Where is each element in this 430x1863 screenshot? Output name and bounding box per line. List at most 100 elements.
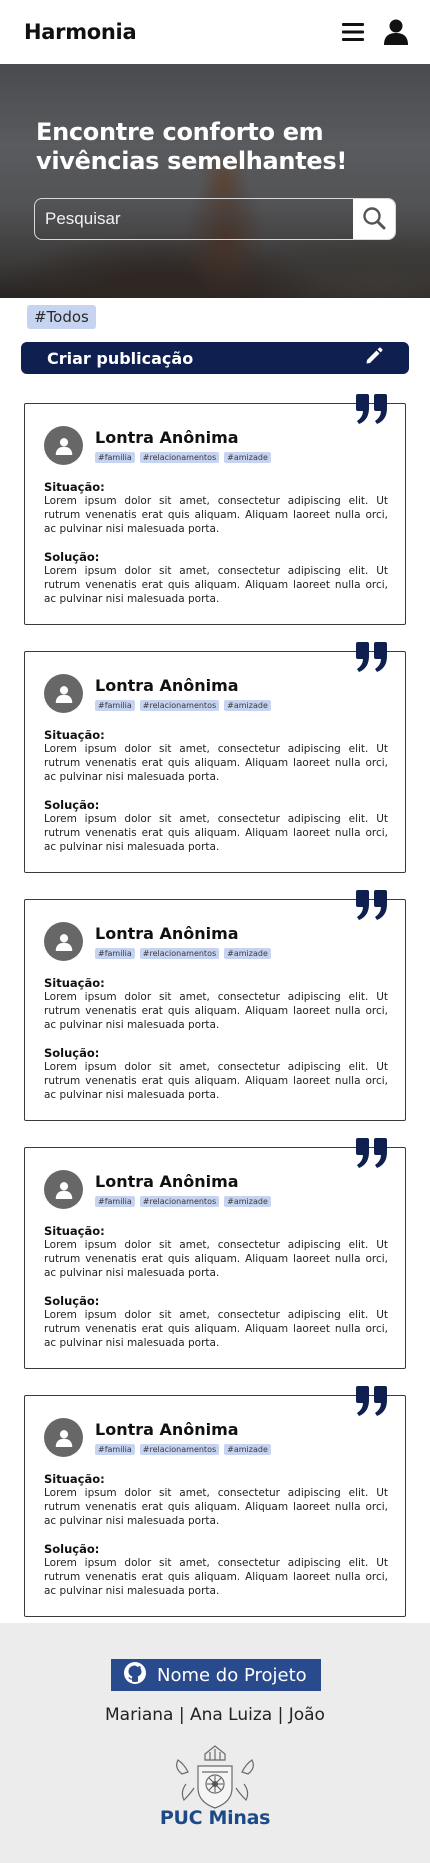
top-header: Harmonia [0,0,430,64]
post-tag[interactable]: #familia [95,452,135,463]
author-info: Lontra Anônima #familia #relacionamentos… [95,676,271,711]
post-tag[interactable]: #relacionamentos [139,452,220,463]
post-card[interactable]: Lontra Anônima #familia #relacionamentos… [24,1386,406,1617]
quote-icon [355,890,389,920]
author-name: Lontra Anônima [95,676,239,695]
create-post-button[interactable]: Criar publicação [21,342,409,374]
post-tags: #familia #relacionamentos #amizade [95,1196,271,1207]
situation-section: Situação: Lorem ipsum dolor sit amet, co… [44,728,388,784]
post-tag[interactable]: #relacionamentos [139,1196,220,1207]
situation-section: Situação: Lorem ipsum dolor sit amet, co… [44,976,388,1032]
post-tag[interactable]: #amizade [224,1444,271,1455]
avatar [44,674,83,713]
situation-text: Lorem ipsum dolor sit amet, consectetur … [44,743,388,783]
posts-feed: Lontra Anônima #familia #relacionamentos… [0,394,430,1617]
search-button[interactable] [353,199,395,239]
hamburger-menu-icon[interactable] [342,22,364,42]
post-tag[interactable]: #amizade [224,700,271,711]
solution-label: Solução: [44,1542,100,1556]
solution-text: Lorem ipsum dolor sit amet, consectetur … [44,1557,388,1597]
brand-logo[interactable]: Harmonia [24,20,137,44]
situation-section: Situação: Lorem ipsum dolor sit amet, co… [44,480,388,536]
solution-text: Lorem ipsum dolor sit amet, consectetur … [44,813,388,853]
post-author: Lontra Anônima #familia #relacionamentos… [44,1170,271,1209]
quote-icon [355,1386,389,1416]
quote-icon [355,642,389,672]
filter-row: #Todos [0,298,430,332]
avatar [44,1170,83,1209]
avatar [44,1418,83,1457]
post-tag[interactable]: #familia [95,1196,135,1207]
search-icon [362,206,386,233]
post-tag[interactable]: #relacionamentos [139,948,220,959]
post-author: Lontra Anônima #familia #relacionamentos… [44,922,271,961]
situation-label: Situação: [44,480,105,494]
solution-label: Solução: [44,550,100,564]
search-bar [34,198,396,240]
post-card[interactable]: Lontra Anônima #familia #relacionamentos… [24,642,406,873]
avatar [44,426,83,465]
post-tags: #familia #relacionamentos #amizade [95,700,271,711]
post-tags: #familia #relacionamentos #amizade [95,1444,271,1455]
project-repo-label: Nome do Projeto [157,1664,307,1686]
author-name: Lontra Anônima [95,1172,239,1191]
post-author: Lontra Anônima #familia #relacionamentos… [44,1418,271,1457]
author-info: Lontra Anônima #familia #relacionamentos… [95,924,271,959]
author-name: Lontra Anônima [95,428,239,447]
post-card[interactable]: Lontra Anônima #familia #relacionamentos… [24,890,406,1121]
github-icon [123,1661,147,1690]
puc-minas-logo-text: PUC Minas [159,1807,271,1829]
solution-section: Solução: Lorem ipsum dolor sit amet, con… [44,1542,388,1598]
solution-text: Lorem ipsum dolor sit amet, consectetur … [44,1061,388,1101]
search-input[interactable] [35,199,353,239]
post-tag[interactable]: #amizade [224,1196,271,1207]
situation-text: Lorem ipsum dolor sit amet, consectetur … [44,991,388,1031]
solution-text: Lorem ipsum dolor sit amet, consectetur … [44,1309,388,1349]
post-tag[interactable]: #familia [95,1444,135,1455]
post-tag[interactable]: #amizade [224,452,271,463]
post-card[interactable]: Lontra Anônima #familia #relacionamentos… [24,1138,406,1369]
situation-label: Situação: [44,728,105,742]
post-tag[interactable]: #relacionamentos [139,1444,220,1455]
post-tag[interactable]: #relacionamentos [139,700,220,711]
situation-text: Lorem ipsum dolor sit amet, consectetur … [44,1487,388,1527]
solution-section: Solução: Lorem ipsum dolor sit amet, con… [44,1046,388,1102]
quote-icon [355,1138,389,1168]
project-repo-link[interactable]: Nome do Projeto [111,1659,321,1691]
footer-authors: Mariana | Ana Luiza | João [105,1705,325,1725]
author-name: Lontra Anônima [95,924,239,943]
post-tag[interactable]: #amizade [224,948,271,959]
post-author: Lontra Anônima #familia #relacionamentos… [44,674,271,713]
user-icon[interactable] [384,19,408,45]
situation-section: Situação: Lorem ipsum dolor sit amet, co… [44,1224,388,1280]
solution-text: Lorem ipsum dolor sit amet, consectetur … [44,565,388,605]
situation-label: Situação: [44,1472,105,1486]
post-tag[interactable]: #familia [95,948,135,959]
post-tags: #familia #relacionamentos #amizade [95,452,271,463]
hero-title: Encontre conforto em vivências semelhant… [36,118,347,175]
situation-text: Lorem ipsum dolor sit amet, consectetur … [44,495,388,535]
situation-section: Situação: Lorem ipsum dolor sit amet, co… [44,1472,388,1528]
avatar [44,922,83,961]
author-info: Lontra Anônima #familia #relacionamentos… [95,1172,271,1207]
author-name: Lontra Anônima [95,1420,239,1439]
pencil-icon [365,347,383,370]
post-card[interactable]: Lontra Anônima #familia #relacionamentos… [24,394,406,625]
page-footer: Nome do Projeto Mariana | Ana Luiza | Jo… [0,1623,430,1863]
situation-label: Situação: [44,976,105,990]
author-info: Lontra Anônima #familia #relacionamentos… [95,428,271,463]
post-tag[interactable]: #familia [95,700,135,711]
post-author: Lontra Anônima #familia #relacionamentos… [44,426,271,465]
solution-section: Solução: Lorem ipsum dolor sit amet, con… [44,798,388,854]
header-actions [342,19,408,45]
author-info: Lontra Anônima #familia #relacionamentos… [95,1420,271,1455]
solution-label: Solução: [44,1046,100,1060]
create-post-label: Criar publicação [47,348,194,368]
filter-tag-all[interactable]: #Todos [27,305,96,329]
solution-label: Solução: [44,1294,100,1308]
post-tags: #familia #relacionamentos #amizade [95,948,271,959]
solution-section: Solução: Lorem ipsum dolor sit amet, con… [44,550,388,606]
situation-text: Lorem ipsum dolor sit amet, consectetur … [44,1239,388,1279]
hero-overlay [0,64,430,298]
solution-section: Solução: Lorem ipsum dolor sit amet, con… [44,1294,388,1350]
